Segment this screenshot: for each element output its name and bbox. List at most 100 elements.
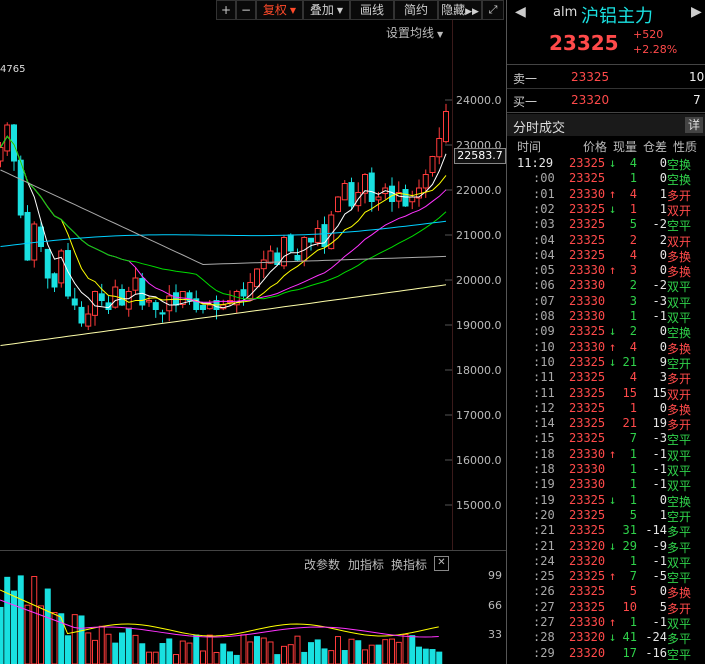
tick-arrow: ↓ (609, 492, 617, 507)
volume-bar (422, 648, 429, 664)
volume-bar (92, 639, 98, 664)
tick-time: :27 (533, 599, 555, 614)
last-price-tag: 22583.7 (454, 148, 506, 164)
volume-bar (125, 627, 132, 664)
tick-qty: 5 (629, 217, 637, 232)
tick-qty: 1 (629, 171, 637, 186)
y-tick: 19000.0 (456, 319, 502, 332)
caret-down-icon: ▼ (289, 6, 297, 15)
ticks-list[interactable]: 11:29 23325 ↓ 4 0 空换:00 23325 1 0 空换:01 23330 ↑ 4 1 多开… (507, 156, 705, 664)
tick-row: :25 23325 ↑ 7 -5 空平 (507, 569, 705, 585)
tick-time: :19 (533, 477, 555, 492)
y-tick: 22000.0 (456, 184, 502, 197)
volume-bar (146, 651, 152, 664)
volume-bar (119, 632, 125, 664)
volume-bar (416, 646, 422, 664)
tick-time: :19 (533, 492, 555, 507)
candle-body (341, 183, 348, 201)
divider (507, 112, 705, 113)
tick-qty: 3 (629, 263, 637, 278)
price-change-pct: +2.28% (633, 43, 678, 56)
candle-body (152, 302, 159, 310)
jianyue-button[interactable]: 简约 (394, 0, 438, 20)
tick-arrow: ↓ (609, 324, 617, 339)
hide-button[interactable]: 隐藏▶▶ (438, 0, 482, 20)
indicator-chart[interactable] (0, 570, 452, 664)
volume-bar (112, 642, 119, 664)
volume-bar (24, 604, 31, 664)
tick-qty: 5 (629, 507, 637, 522)
bid-qty: 7 (693, 93, 701, 107)
tick-row: :18 23330 1 -1 双平 (507, 462, 705, 478)
tick-time: :29 (533, 645, 555, 660)
tick-oi-change: 1 (659, 186, 667, 201)
tick-oi-change: 0 (659, 156, 667, 170)
tick-time: :04 (533, 247, 555, 262)
candle-body (44, 248, 51, 279)
tick-oi-change: -14 (645, 523, 667, 538)
tick-price: 23325 (569, 492, 606, 507)
expand-icon[interactable]: ⤢ (482, 0, 504, 20)
next-contract-arrow-icon[interactable]: ▶ (691, 4, 702, 20)
tick-row: :12 23325 1 0 多换 (507, 400, 705, 417)
tick-qty: 1 (629, 553, 637, 568)
indicator-divider (0, 550, 506, 551)
volume-bar (274, 654, 281, 664)
tick-oi-change: 0 (659, 339, 667, 354)
tick-row: :11 23325 15 15 双开 (507, 386, 705, 402)
prev-contract-arrow-icon[interactable]: ◀ (515, 4, 526, 20)
fuquan-dropdown[interactable]: 复权 ▼ (256, 0, 303, 20)
tick-time: :00 (533, 171, 555, 186)
ticks-title-bar: 分时成交 详 (507, 114, 705, 136)
tick-oi-change: 0 (659, 171, 667, 186)
volume-bar (341, 650, 348, 664)
tick-time: :21 (533, 538, 555, 553)
tick-time: :21 (533, 523, 555, 538)
tick-oi-change: 0 (659, 263, 667, 278)
candle-body (71, 298, 78, 306)
zoom-in-button[interactable]: + (216, 0, 236, 20)
volume-bar (429, 649, 436, 664)
candle-body (409, 196, 416, 203)
volume-bar (321, 648, 328, 664)
tick-oi-change: -16 (645, 645, 667, 660)
tick-oi-change: 0 (659, 400, 667, 415)
diejia-dropdown[interactable]: 叠加 ▼ (303, 0, 350, 20)
volume-bar (200, 650, 206, 664)
contract-name: 沪铝主力 (581, 6, 653, 27)
price-axis-divider (452, 20, 453, 550)
candle-body (206, 304, 213, 310)
indicator-y-tick: 66 (488, 599, 502, 612)
zoom-out-button[interactable]: − (236, 0, 256, 20)
tick-price: 23320 (569, 553, 606, 568)
candle-body (85, 313, 92, 327)
ask-price: 23325 (571, 70, 610, 84)
price-change: +520 (633, 28, 664, 41)
tick-price: 23325 (569, 354, 606, 369)
candle-body (38, 226, 44, 247)
close-icon[interactable]: ✕ (434, 556, 449, 571)
volume-bar (71, 614, 78, 664)
detail-button[interactable]: 详 (685, 117, 703, 133)
volume-bar (308, 642, 314, 664)
candle-body (436, 138, 443, 158)
volume-bar (0, 606, 4, 664)
tick-qty: 2 (629, 278, 637, 293)
volume-bar (382, 639, 389, 664)
ticks-header: 时间 价格 现量 仓差 性质 (507, 138, 705, 154)
tick-price: 23325 (569, 507, 606, 522)
tick-qty: 1 (629, 446, 637, 461)
volume-bar (395, 641, 402, 664)
tick-price: 23330 (569, 186, 606, 201)
tick-oi-change: 19 (652, 416, 667, 431)
tick-row: :26 23325 5 0 多换 (507, 584, 705, 600)
candle-body (98, 293, 105, 302)
tick-qty: 7 (629, 569, 637, 584)
tick-price: 23325 (569, 217, 606, 232)
volume-bar (186, 642, 193, 664)
candle-body (368, 172, 375, 203)
kline-chart[interactable] (0, 20, 452, 550)
huaxian-button[interactable]: 画线 (350, 0, 394, 20)
volume-bar (402, 634, 409, 664)
chart-area[interactable]: + − 复权 ▼ 叠加 ▼ 画线 简约 隐藏▶▶ ⤢ 设置均线 ▼ 4765 2400… (0, 0, 507, 664)
